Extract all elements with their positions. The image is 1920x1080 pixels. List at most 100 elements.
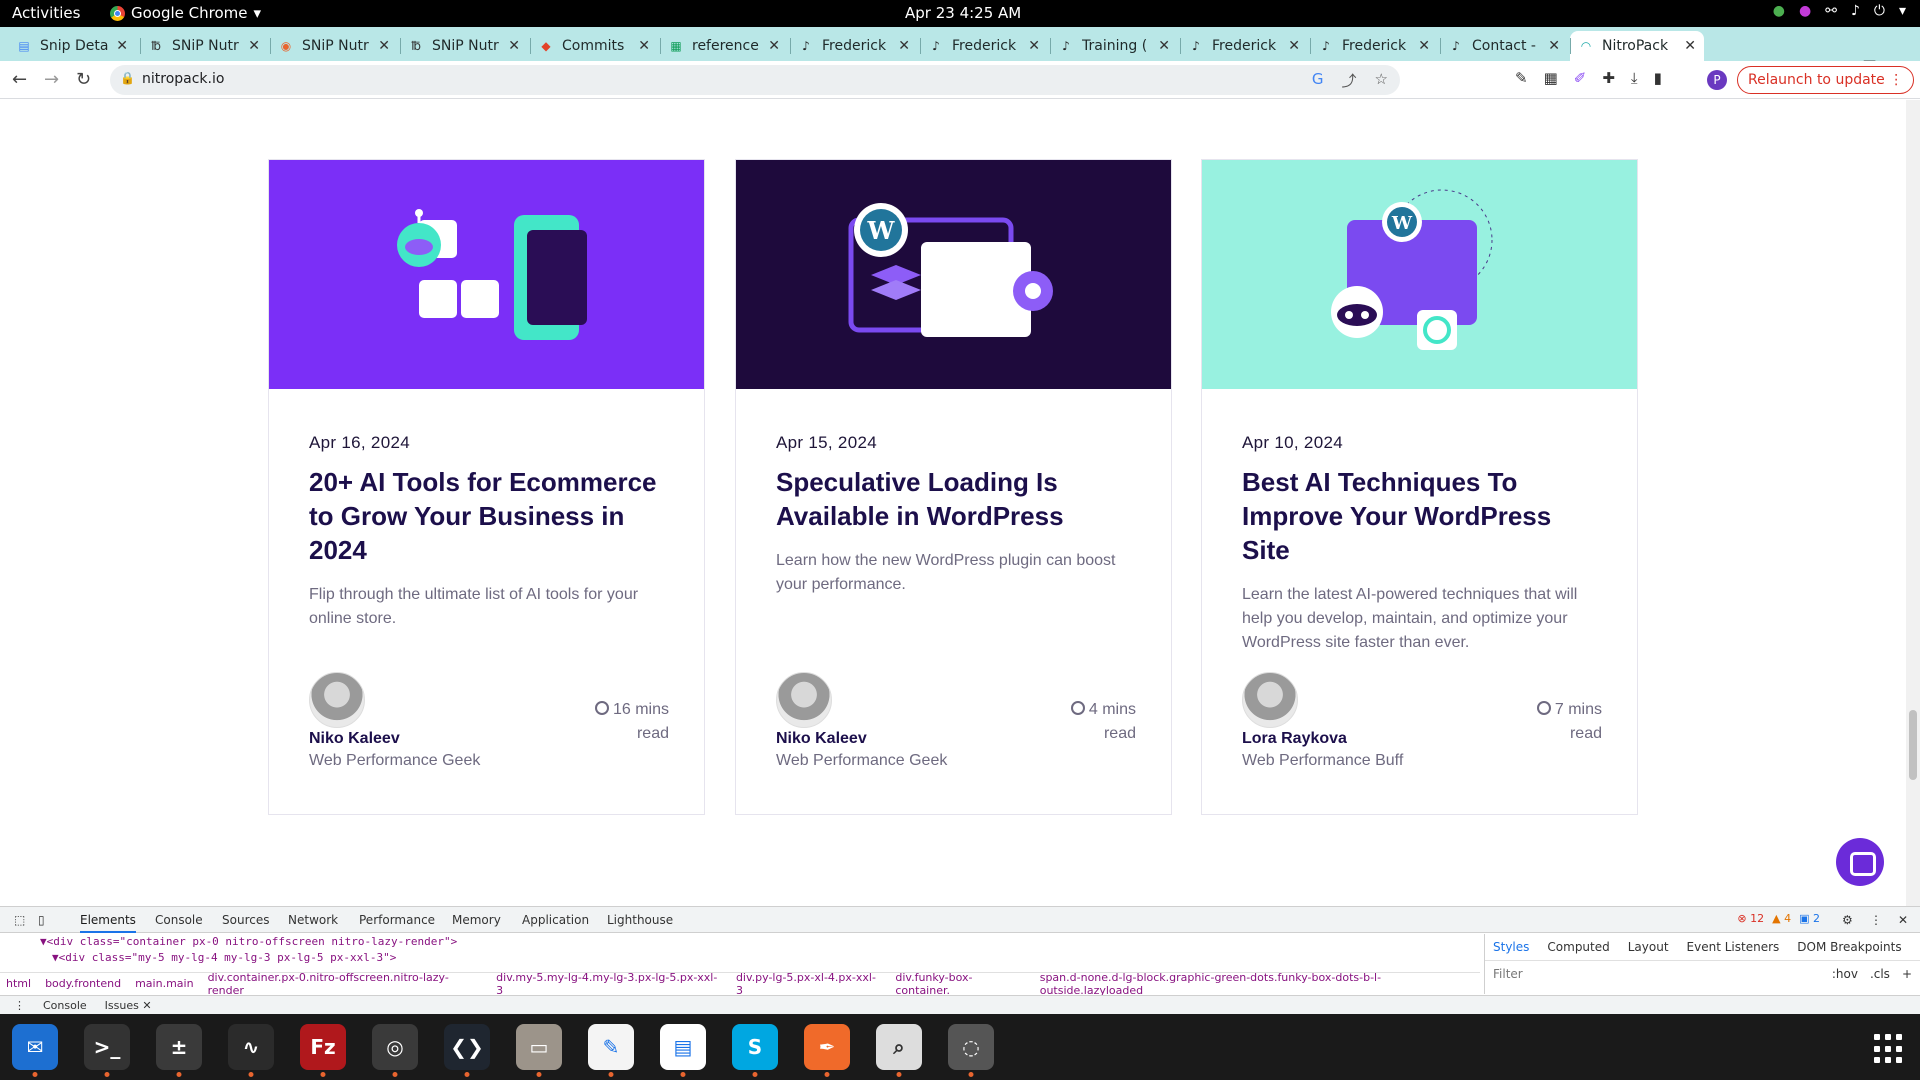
activities-button[interactable]: Activities [12,4,80,22]
extensions-puzzle-icon[interactable]: ✚ [1602,69,1615,87]
tab-close-icon[interactable]: ✕ [116,38,128,54]
google-lens-icon[interactable]: G [1312,70,1324,91]
forward-icon[interactable]: → [44,69,59,90]
breadcrumb-item[interactable]: div.my-5.my-lg-4.my-lg-3.px-lg-5.px-xxl-… [496,971,722,997]
tab-close-icon[interactable]: ✕ [1288,38,1300,54]
browser-tab[interactable]: ▦ reference ✕ [660,31,788,61]
files-icon[interactable]: ▭ [516,1024,562,1077]
tab-close-icon[interactable]: ✕ [1158,38,1170,54]
network-icon[interactable]: ⚯ [1825,3,1837,19]
styles-pane-tab-styles[interactable]: Styles [1493,940,1529,954]
text-editor-icon[interactable]: ✎ [588,1024,634,1077]
class-toggle[interactable]: .cls [1870,967,1890,981]
profile-avatar[interactable]: P [1707,70,1727,90]
more-options-icon[interactable]: ⋮ [1870,913,1882,927]
browser-tab[interactable]: ▤ Snip Deta ✕ [8,31,136,61]
inkscape-icon[interactable]: ✒ [804,1024,850,1077]
blog-card[interactable]: W Apr 10, 2024 Best AI Techniques To Imp… [1201,159,1638,815]
breadcrumb-item[interactable]: div.container.px-0.nitro-offscreen.nitro… [208,971,483,997]
breadcrumb-item[interactable]: html [6,977,31,990]
scrollbar-thumb[interactable] [1909,710,1917,780]
close-devtools-icon[interactable]: ✕ [1898,913,1908,927]
update-icon[interactable]: ● [1773,3,1785,19]
browser-tab[interactable]: ♪ Frederick ✕ [1310,31,1438,61]
address-bar[interactable]: 🔒 nitropack.io G ⤴ ☆ [110,65,1400,95]
breadcrumb-item[interactable]: span.d-none.d-lg-block.graphic-green-dot… [1040,971,1480,997]
side-panel-icon[interactable]: ▮ [1654,69,1662,87]
volume-icon[interactable]: ♪ [1851,3,1860,19]
styles-pane-tab-computed[interactable]: Computed [1547,940,1609,954]
show-apps-grid-icon[interactable] [1874,1034,1904,1064]
chevron-down-icon[interactable]: ▾ [1899,3,1906,19]
chat-widget-button[interactable] [1836,838,1884,886]
calculator-icon[interactable]: ± [156,1024,202,1077]
card-title[interactable]: Best AI Techniques To Improve Your WordP… [1242,465,1597,567]
clock[interactable]: Apr 23 4:25 AM [905,4,1021,22]
tab-close-icon[interactable]: ✕ [898,38,910,54]
browser-tab[interactable]: ◉ SNiP Nutr ✕ [270,31,398,61]
breadcrumb-item[interactable]: div.funky-box-container. [895,971,1025,997]
device-toolbar-icon[interactable]: ▯ [38,913,45,927]
tab-close-icon[interactable]: ✕ [1684,38,1696,54]
breadcrumb-item[interactable]: main.main [135,977,193,990]
tab-close-icon[interactable]: ✕ [1028,38,1040,54]
devtools-tab-performance[interactable]: Performance [359,913,435,927]
inspect-element-icon[interactable]: ⬚ [14,913,25,927]
vscode-icon[interactable]: ❮❯ [444,1024,490,1077]
drawer-tab-issues[interactable]: Issues ✕ [105,999,152,1012]
add-rule-icon[interactable]: + [1902,967,1912,981]
dom-node[interactable]: ▼<div class="container px-0 nitro-offscr… [0,934,1480,950]
terminal-icon[interactable]: >_ [84,1024,130,1077]
breadcrumb-item[interactable]: body.frontend [45,977,121,990]
devtools-issue-counts[interactable]: ⊗ 12 ▲ 4 ▣ 2 [1737,912,1820,925]
download-icon[interactable]: ⤓ [1631,69,1638,87]
browser-tab[interactable]: ♪ Contact - ✕ [1440,31,1568,61]
tab-close-icon[interactable]: ✕ [378,38,390,54]
app-menu[interactable]: Google Chrome ▾ [110,4,261,22]
drawer-tab-console[interactable]: Console [43,999,87,1012]
card-title[interactable]: 20+ AI Tools for Ecommerce to Grow Your … [309,465,664,567]
dom-node[interactable]: ▼<div class="my-5 my-lg-4 my-lg-3 px-lg-… [0,950,1480,966]
devtools-tab-lighthouse[interactable]: Lighthouse [607,913,673,927]
drawer-menu-icon[interactable]: ⋮ [14,999,25,1012]
image-viewer-icon[interactable]: ⌕ [876,1024,922,1077]
browser-tab[interactable]: ◆ Commits ✕ [530,31,658,61]
lock-icon[interactable]: 🔒 [120,71,135,85]
disk-icon[interactable]: ◌ [948,1024,994,1077]
hover-state-toggle[interactable]: :hov [1832,967,1858,981]
power-icon[interactable]: ⏻ [1874,3,1885,19]
relaunch-button[interactable]: Relaunch to update ⋮ [1737,66,1915,94]
tab-close-icon[interactable]: ✕ [248,38,260,54]
thunderbird-icon[interactable]: ✉ [12,1024,58,1077]
devtools-tab-console[interactable]: Console [155,913,203,927]
elements-tree[interactable]: ▼<div class="container px-0 nitro-offscr… [0,934,1480,972]
card-title[interactable]: Speculative Loading Is Available in Word… [776,465,1131,533]
devtools-tab-network[interactable]: Network [288,913,338,927]
browser-tab[interactable]: ℔ SNiP Nutr ✕ [140,31,268,61]
eyedropper-extension-icon[interactable]: ✎ [1515,69,1528,87]
pen-extension-icon[interactable]: ✐ [1574,69,1587,87]
browser-tab[interactable]: ♪ Frederick ✕ [1180,31,1308,61]
blog-card[interactable]: Apr 16, 2024 20+ AI Tools for Ecommerce … [268,159,705,815]
browser-tab[interactable]: ♪ Frederick ✕ [790,31,918,61]
settings-gear-icon[interactable]: ⚙ [1842,913,1853,927]
share-icon[interactable]: ⤴ [1342,70,1357,91]
browser-tab[interactable]: ♪ Training (✕ [1050,31,1178,61]
devtools-tab-elements[interactable]: Elements [80,913,136,933]
color-icon[interactable]: ● [1799,3,1811,19]
tab-close-icon[interactable]: ✕ [1548,38,1560,54]
blog-card[interactable]: W Apr 15, 2024 Speculative Loading Is Av… [735,159,1172,815]
tab-close-icon[interactable]: ✕ [638,38,650,54]
writer-icon[interactable]: ▤ [660,1024,706,1077]
tab-close-icon[interactable]: ✕ [1418,38,1430,54]
system-monitor-icon[interactable]: ∿ [228,1024,274,1077]
page-scrollbar[interactable] [1906,100,1920,906]
browser-tab[interactable]: ℔ SNiP Nutr ✕ [400,31,528,61]
styles-pane-tab-layout[interactable]: Layout [1628,940,1669,954]
devtools-tab-sources[interactable]: Sources [222,913,269,927]
browser-tab[interactable]: ◠ NitroPack ✕ [1570,31,1704,61]
styles-pane-tab-event-listeners[interactable]: Event Listeners [1687,940,1780,954]
styles-filter-input[interactable]: Filter [1493,967,1523,981]
tab-close-icon[interactable]: ✕ [768,38,780,54]
devtools-tab-application[interactable]: Application [522,913,589,927]
